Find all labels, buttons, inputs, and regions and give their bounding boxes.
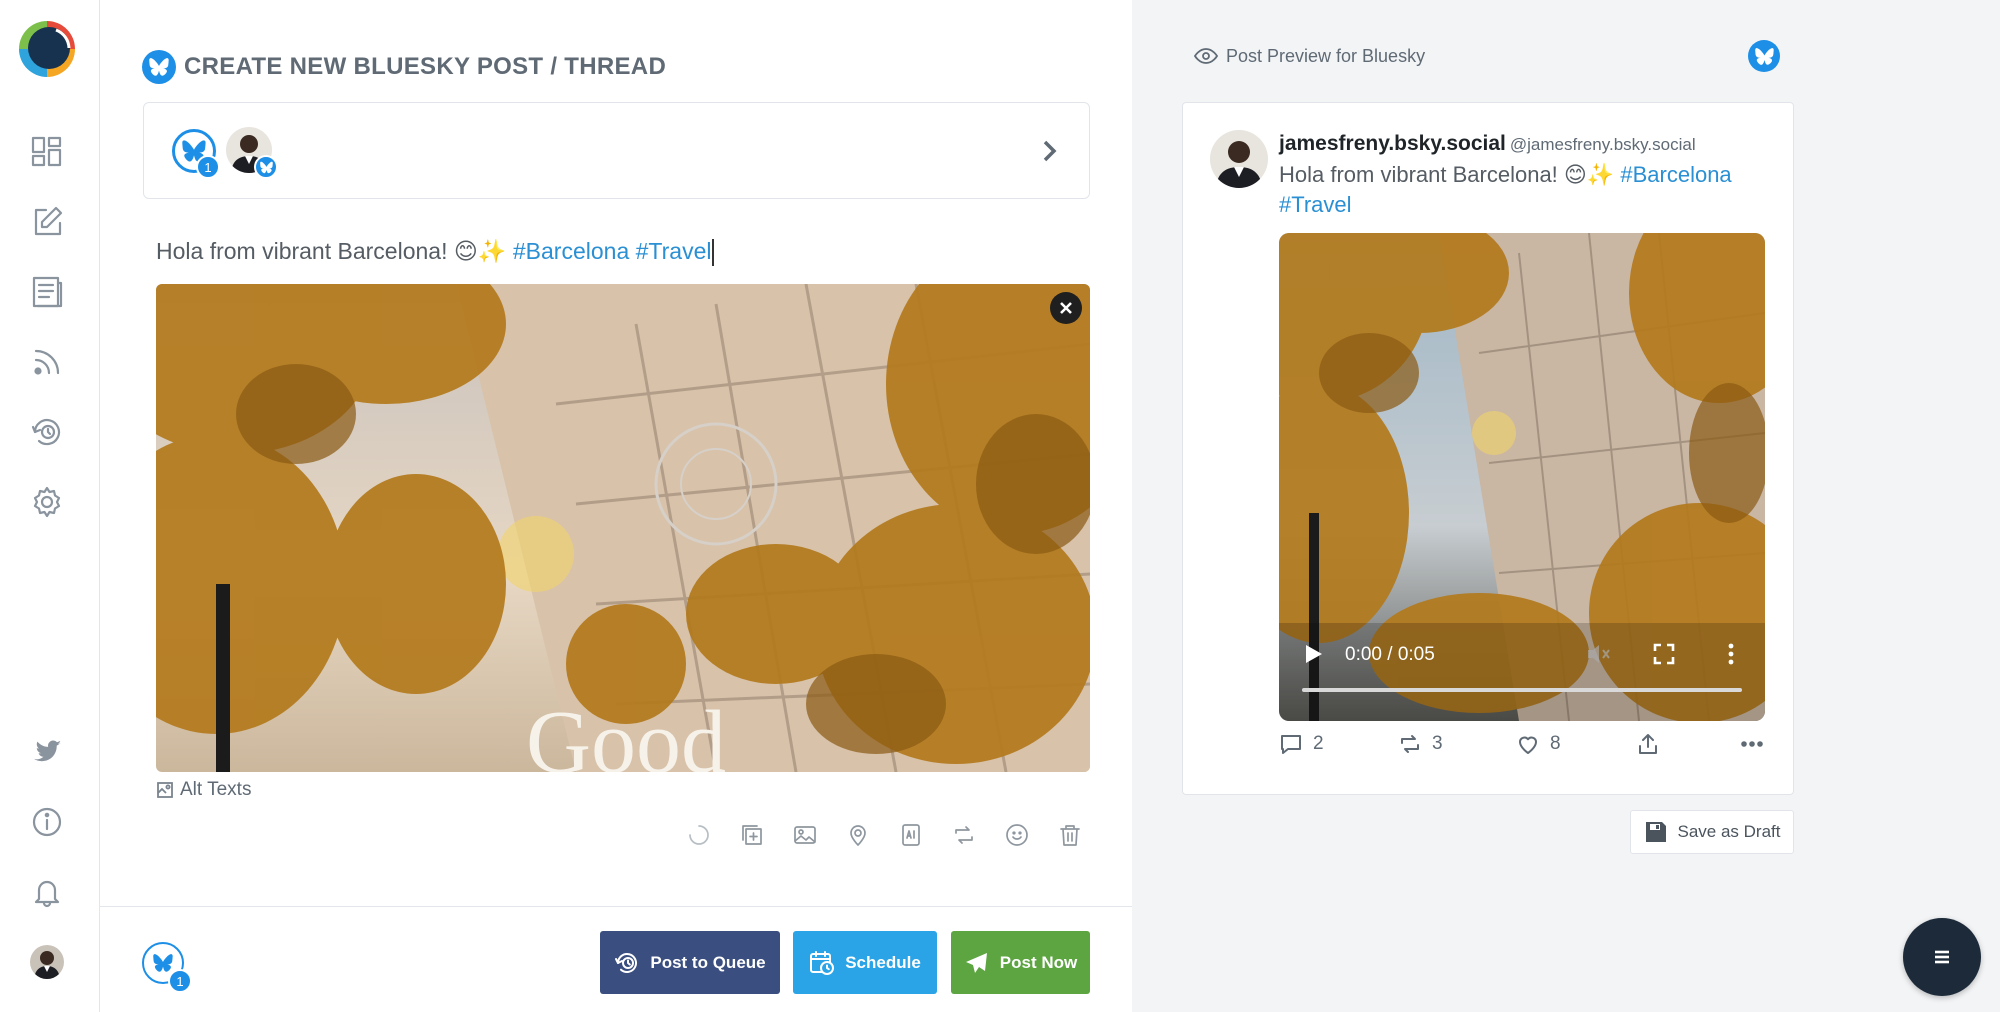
- preview-header-label: Post Preview for Bluesky: [1226, 45, 1426, 66]
- video-time: 0:00 / 0:05: [1345, 644, 1435, 665]
- chevron-right-icon[interactable]: [1031, 133, 1067, 169]
- hamburger-menu-icon: [1935, 950, 1949, 964]
- repost-action[interactable]: 3: [1398, 732, 1443, 756]
- composer-toolbar: [686, 820, 1083, 850]
- queue-clock-icon: [615, 952, 638, 973]
- heart-icon: [1519, 736, 1537, 754]
- posts-list-icon[interactable]: [28, 273, 66, 311]
- sidebar: [0, 0, 100, 1012]
- info-icon[interactable]: [28, 803, 66, 841]
- bluesky-butterfly-icon: [142, 50, 176, 84]
- repost-icon: [1401, 735, 1419, 753]
- play-icon[interactable]: [1302, 642, 1324, 666]
- queue-clock-icon[interactable]: [28, 413, 66, 451]
- hashtag-travel[interactable]: #Travel: [636, 238, 712, 264]
- account-selector[interactable]: 1: [143, 102, 1090, 199]
- bluesky-small-icon: [254, 155, 278, 179]
- remove-media-close-icon[interactable]: [1050, 292, 1082, 324]
- dashboard-icon[interactable]: [28, 133, 66, 171]
- eye-icon: [1194, 48, 1218, 64]
- share-icon: [1639, 734, 1657, 754]
- more-options-action[interactable]: [1740, 732, 1764, 756]
- post-to-queue-button[interactable]: Post to Queue: [600, 931, 780, 994]
- emoji-icon[interactable]: [1004, 820, 1030, 850]
- preview-post-text: Hola from vibrant Barcelona! 😊✨ #Barcelo…: [1279, 160, 1779, 220]
- reply-count: 2: [1313, 733, 1324, 754]
- attached-video-thumbnail[interactable]: Good: [156, 284, 1090, 772]
- more-dots-icon: [1741, 741, 1763, 747]
- save-as-draft-label: Save as Draft: [1677, 822, 1781, 841]
- preview-hashtag-barcelona[interactable]: #Barcelona: [1620, 162, 1731, 187]
- comment-icon: [1281, 735, 1301, 754]
- app-logo[interactable]: [16, 18, 78, 80]
- bluesky-butterfly-icon: [1748, 40, 1780, 72]
- page-title: CREATE NEW BLUESKY POST / THREAD: [184, 53, 667, 80]
- like-action[interactable]: 8: [1516, 732, 1561, 756]
- footer-account-count-badge: 1: [168, 969, 192, 993]
- user-avatar[interactable]: [30, 945, 64, 979]
- schedule-label: Schedule: [845, 952, 921, 972]
- hashtag-barcelona[interactable]: #Barcelona: [513, 238, 629, 264]
- alt-text-image-icon: [157, 782, 173, 798]
- menu-fab-button[interactable]: [1903, 918, 1981, 996]
- preview-text-body: Hola from vibrant Barcelona! 😊✨: [1279, 162, 1615, 187]
- video-overlay-text: Good: [526, 693, 726, 772]
- post-now-button[interactable]: Post Now: [951, 931, 1090, 994]
- save-as-draft-button[interactable]: Save as Draft: [1630, 810, 1794, 854]
- calendar-clock-icon: [810, 950, 835, 975]
- preview-avatar: [1210, 130, 1268, 188]
- schedule-button[interactable]: Schedule: [793, 931, 937, 994]
- bell-icon[interactable]: [28, 873, 66, 911]
- twitter-bird-icon[interactable]: [28, 733, 66, 771]
- post-text-editor[interactable]: Hola from vibrant Barcelona! 😊✨ #Barcelo…: [156, 238, 715, 267]
- rss-feed-icon[interactable]: [28, 343, 66, 381]
- save-disk-icon: [1645, 822, 1666, 842]
- paper-plane-icon: [965, 952, 987, 973]
- page-header: CREATE NEW BLUESKY POST / THREAD: [142, 50, 666, 84]
- video-more-icon[interactable]: [1720, 640, 1742, 668]
- ai-assist-icon[interactable]: [898, 820, 924, 850]
- account-count-badge: 1: [196, 155, 220, 179]
- preview-display-name: jamesfreny.bsky.social: [1279, 132, 1506, 155]
- settings-gear-icon[interactable]: [28, 483, 66, 521]
- preview-author: jamesfreny.bsky.social @jamesfreny.bsky.s…: [1279, 132, 1696, 156]
- fullscreen-icon[interactable]: [1650, 640, 1678, 668]
- post-to-queue-label: Post to Queue: [650, 952, 766, 972]
- repost-count: 3: [1432, 733, 1443, 754]
- compose-icon[interactable]: [28, 203, 66, 241]
- add-media-icon[interactable]: [739, 820, 765, 850]
- post-now-label: Post Now: [999, 952, 1078, 972]
- loading-spinner-icon: [686, 820, 712, 850]
- share-action[interactable]: [1636, 732, 1660, 756]
- preview-hashtag-travel[interactable]: #Travel: [1279, 192, 1352, 217]
- preview-action-bar: 2 3 8: [1279, 732, 1765, 764]
- preview-header: Post Preview for Bluesky: [1194, 44, 1425, 68]
- alt-texts-link[interactable]: Alt Texts: [156, 779, 251, 801]
- text-caret: [712, 239, 715, 267]
- reply-action[interactable]: 2: [1279, 732, 1324, 756]
- image-icon[interactable]: [792, 820, 818, 850]
- video-progress-bar[interactable]: [1302, 688, 1742, 692]
- post-text-body: Hola from vibrant Barcelona! 😊✨: [156, 238, 507, 264]
- like-count: 8: [1550, 733, 1561, 754]
- trash-icon[interactable]: [1057, 820, 1083, 850]
- repost-icon[interactable]: [951, 820, 977, 850]
- alt-texts-label: Alt Texts: [180, 779, 252, 800]
- volume-muted-icon[interactable]: [1584, 640, 1612, 668]
- location-pin-icon[interactable]: [845, 820, 871, 850]
- preview-handle: @jamesfreny.bsky.social: [1509, 135, 1696, 154]
